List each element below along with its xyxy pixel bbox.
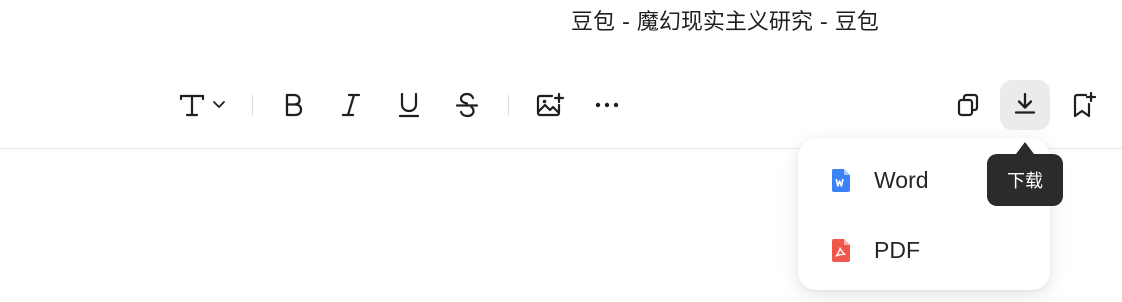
chevron-down-icon	[212, 100, 226, 110]
italic-icon	[340, 92, 362, 118]
underline-icon	[397, 91, 421, 119]
window-title: 豆包 - 魔幻现实主义研究 - 豆包	[571, 10, 879, 35]
editor-window: 豆包 - 魔幻现实主义研究 - 豆包 Word PDF 下载	[0, 0, 1122, 302]
strikethrough-icon	[455, 91, 479, 119]
underline-button[interactable]	[392, 82, 426, 128]
copy-button[interactable]	[951, 82, 985, 128]
pdf-file-icon	[830, 237, 852, 263]
more-button[interactable]	[592, 82, 622, 128]
download-icon	[1013, 91, 1037, 119]
bold-icon	[282, 92, 304, 118]
download-pdf-option[interactable]: PDF	[798, 222, 1050, 278]
text-style-button[interactable]	[172, 82, 232, 128]
toolbar-separator	[508, 95, 509, 115]
bookmark-add-icon	[1070, 91, 1098, 119]
image-add-icon	[535, 92, 565, 118]
strikethrough-button[interactable]	[450, 82, 484, 128]
text-style-icon	[178, 92, 206, 118]
download-tooltip: 下载	[987, 154, 1063, 206]
toolbar-separator	[252, 95, 253, 115]
bookmark-button[interactable]	[1067, 82, 1101, 128]
insert-image-button[interactable]	[531, 82, 569, 128]
download-button[interactable]	[1000, 80, 1050, 130]
more-horizontal-icon	[595, 102, 619, 108]
bold-button[interactable]	[276, 82, 310, 128]
download-word-label: Word	[874, 166, 929, 193]
download-pdf-label: PDF	[874, 236, 920, 263]
word-file-icon	[830, 167, 852, 193]
tooltip-arrow	[1016, 142, 1034, 154]
copy-icon	[956, 92, 980, 118]
italic-button[interactable]	[334, 82, 368, 128]
